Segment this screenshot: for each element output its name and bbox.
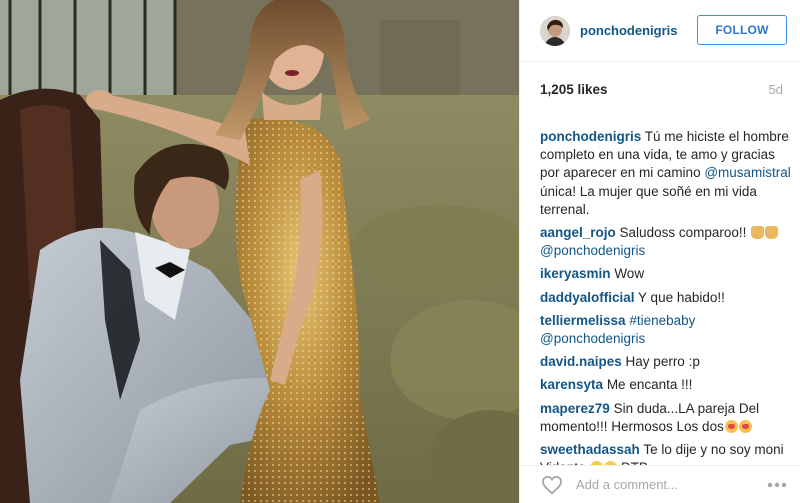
- comment-item: maperez79 Sin duda...LA pareja Del momen…: [540, 400, 796, 436]
- comment-text: Wow: [614, 266, 645, 282]
- comment-text: Y que habido!!: [638, 289, 725, 305]
- post-header: ponchodenigris FOLLOW: [520, 0, 800, 62]
- thumb-emoji-icon: [751, 226, 765, 240]
- likes-count[interactable]: 1,205 likes: [540, 82, 608, 97]
- comment-username[interactable]: daddyalofficial: [540, 290, 635, 305]
- post-stats: 1,205 likes 5d: [520, 62, 800, 117]
- comment-item: ikeryasmin Wow: [540, 265, 796, 283]
- comments-list: ponchodenigris Tú me hiciste el hombre c…: [540, 128, 796, 466]
- comment-item: sweethadassah Te lo dije y no soy moni V…: [540, 441, 796, 466]
- comment-username[interactable]: ponchodenigris: [540, 129, 641, 144]
- comment-text: Saludoss comparoo!!: [619, 225, 751, 241]
- comment-text: Me encanta !!!: [606, 377, 693, 393]
- thumb-emoji-icon: [765, 226, 779, 240]
- comment-item: daddyalofficial Y que habido!!: [540, 289, 796, 307]
- comment-username[interactable]: telliermelissa: [540, 313, 626, 328]
- avatar-image: [540, 15, 570, 46]
- follow-button[interactable]: FOLLOW: [697, 15, 787, 45]
- comment-mention[interactable]: @ponchodenigris: [540, 331, 645, 346]
- comment-text: Hay perro :p: [625, 354, 700, 370]
- comment-text: única! La mujer que soñé en mi vida terr…: [540, 183, 757, 217]
- heart-emoji-icon: [738, 419, 752, 433]
- comment-item: david.naipes Hay perro :p: [540, 353, 796, 371]
- add-comment-input[interactable]: [576, 477, 765, 492]
- like-button[interactable]: [540, 474, 564, 496]
- heart-outline-icon: [541, 475, 563, 494]
- comment-item: aangel_rojo Saludoss comparoo!! @ponchod…: [540, 224, 796, 260]
- post-age[interactable]: 5d: [769, 82, 783, 97]
- comment-mention[interactable]: #tienebaby: [629, 313, 695, 328]
- author-avatar[interactable]: [540, 15, 570, 46]
- comment-username[interactable]: sweethadassah: [540, 442, 640, 457]
- comment-username[interactable]: david.naipes: [540, 354, 622, 369]
- post-photo[interactable]: [0, 0, 519, 503]
- comment-username[interactable]: maperez79: [540, 401, 610, 416]
- post-sidebar: ponchodenigris FOLLOW 1,205 likes 5d pon…: [519, 0, 800, 503]
- photo-illustration: [0, 0, 519, 503]
- comment-footer: [520, 465, 800, 503]
- comment-item: ponchodenigris Tú me hiciste el hombre c…: [540, 128, 796, 219]
- comment-item: telliermelissa #tienebaby @ponchodenigri…: [540, 312, 796, 348]
- comment-item: karensyta Me encanta !!!: [540, 376, 796, 394]
- more-options-button[interactable]: [765, 474, 789, 496]
- author-username[interactable]: ponchodenigris: [580, 23, 678, 38]
- ellipsis-icon: [767, 482, 787, 487]
- instagram-post: ponchodenigris FOLLOW 1,205 likes 5d pon…: [0, 0, 800, 503]
- comment-mention[interactable]: @musamistral: [704, 165, 790, 180]
- comment-username[interactable]: aangel_rojo: [540, 225, 616, 240]
- comment-mention[interactable]: @ponchodenigris: [540, 243, 645, 258]
- comment-username[interactable]: karensyta: [540, 377, 603, 392]
- comment-username[interactable]: ikeryasmin: [540, 266, 611, 281]
- heart-emoji-icon: [724, 419, 738, 433]
